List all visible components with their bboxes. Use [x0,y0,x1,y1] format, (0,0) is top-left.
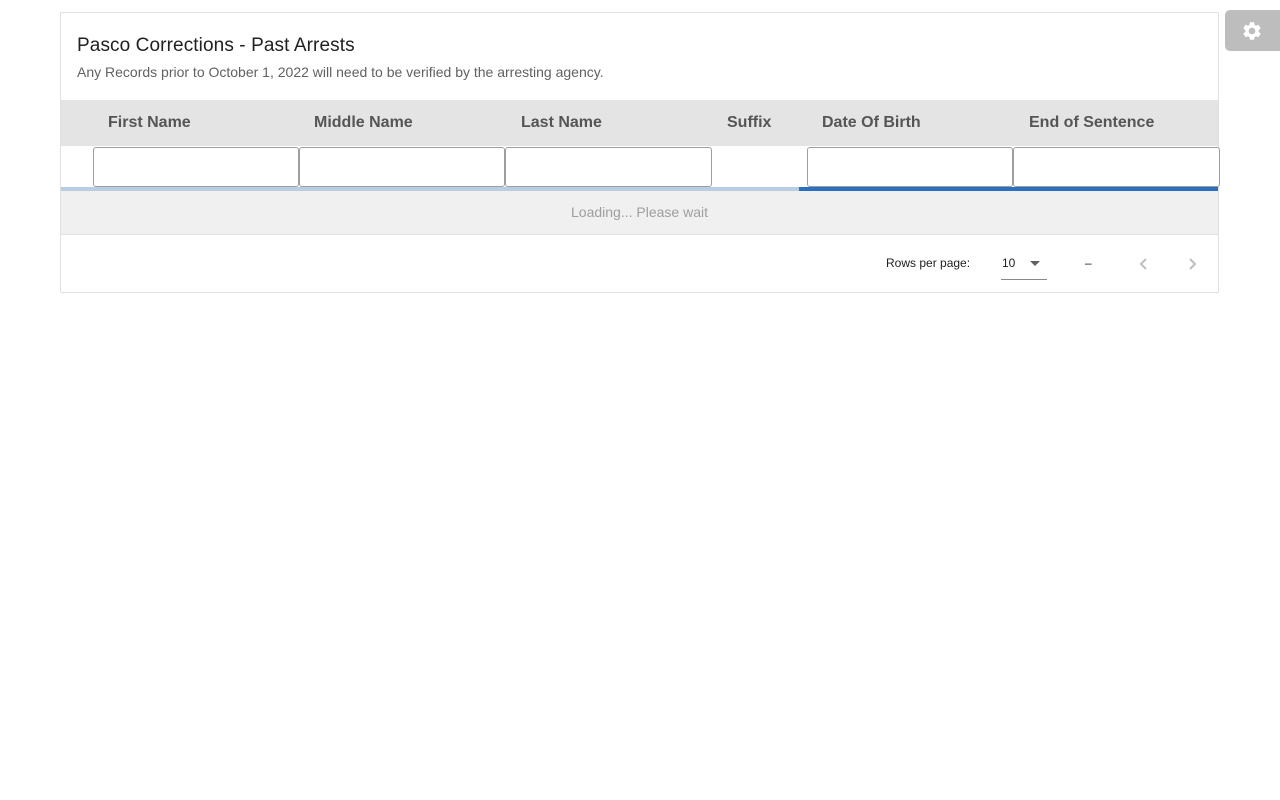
next-page-button[interactable] [1180,251,1206,277]
loading-message: Loading... Please wait [571,204,708,220]
column-header-suffix[interactable]: Suffix [727,100,771,146]
first-name-filter-input[interactable] [93,147,299,187]
card-header: Pasco Corrections - Past Arrests Any Rec… [77,33,604,81]
table-header-row: First Name Middle Name Last Name Suffix … [61,100,1218,146]
table-filter-row [61,146,1220,188]
page-range-text: – [1085,256,1092,270]
column-header-first-name[interactable]: First Name [108,100,191,146]
past-arrests-card: Pasco Corrections - Past Arrests Any Rec… [60,12,1220,293]
column-header-date-of-birth[interactable]: Date Of Birth [822,100,921,146]
loading-message-row: Loading... Please wait [61,191,1218,235]
pagination-bar: Rows per page: 10 – [61,235,1218,292]
settings-button[interactable] [1225,10,1280,51]
column-header-end-of-sentence[interactable]: End of Sentence [1029,100,1154,146]
page-subtitle: Any Records prior to October 1, 2022 wil… [77,64,604,80]
gear-icon [1243,22,1261,40]
chevron-left-icon [1139,258,1147,270]
column-header-last-name[interactable]: Last Name [521,100,602,146]
rows-per-page-value: 10 [1002,256,1016,270]
end-of-sentence-filter-input[interactable] [1013,147,1220,187]
previous-page-button[interactable] [1130,251,1156,277]
rows-per-page-select[interactable]: 10 [1001,249,1047,280]
page-title: Pasco Corrections - Past Arrests [77,35,355,56]
date-of-birth-filter-input[interactable] [807,147,1013,187]
last-name-filter-input[interactable] [505,147,712,187]
rows-per-page-label: Rows per page: [886,256,971,270]
dropdown-caret-icon [1030,261,1040,266]
chevron-right-icon [1189,258,1197,270]
middle-name-filter-input[interactable] [299,147,505,187]
column-header-middle-name[interactable]: Middle Name [314,100,413,146]
